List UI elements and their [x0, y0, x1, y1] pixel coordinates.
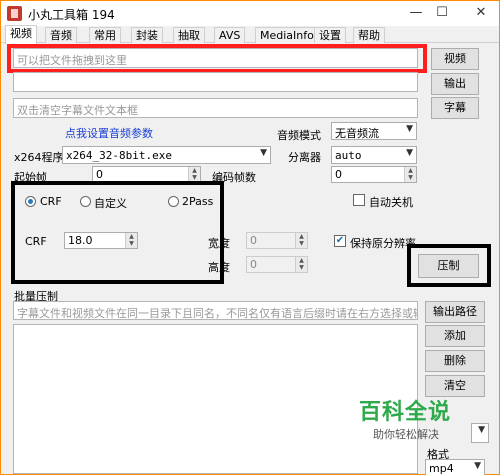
title-bar: 小丸工具箱 194 — ☐ ✕: [1, 1, 499, 26]
chevron-down-icon: ▼: [474, 461, 481, 471]
chevron-down-icon: ▼: [478, 425, 485, 435]
tab-settings[interactable]: 设置: [314, 27, 346, 43]
app-window: 小丸工具箱 194 — ☐ ✕ 视频 音频 常用 封装 抽取 AVS Media…: [0, 0, 500, 475]
maximize-button[interactable]: ☐: [432, 4, 452, 22]
video-button[interactable]: 视频: [431, 48, 479, 70]
batch-suffix-field[interactable]: 字幕文件和视频文件在同一目录下且同名，不同名仅有语言后缀时请在右方选择或输入: [13, 301, 418, 320]
start-frame-value: 0: [96, 168, 103, 181]
output-path-button[interactable]: 输出路径: [425, 301, 485, 323]
width-value: 0: [250, 234, 257, 247]
splitter-label: 分离器: [288, 151, 321, 164]
tab-avs[interactable]: AVS: [214, 27, 246, 43]
tab-bar: 视频 音频 常用 封装 抽取 AVS MediaInfo 设置 帮助: [1, 25, 499, 44]
highlight-red-box: [7, 44, 427, 73]
keep-res-checkbox[interactable]: ✔: [334, 235, 346, 247]
subtitle-field[interactable]: 双击清空字幕文件文本框: [13, 98, 418, 118]
x264-select[interactable]: x264_32-8bit.exe ▼: [62, 146, 271, 164]
watermark-subtitle: 助你轻松解决: [373, 428, 439, 441]
close-button[interactable]: ✕: [471, 4, 491, 22]
output-button[interactable]: 输出: [431, 73, 479, 95]
highlight-black-box-options: [11, 181, 224, 284]
tab-mediainfo[interactable]: MediaInfo: [255, 27, 319, 43]
width-input[interactable]: 0 ▲ ▼: [246, 232, 308, 249]
encode-frames-value: 0: [335, 168, 342, 181]
subtitle-button[interactable]: 字幕: [431, 97, 479, 119]
app-logo-icon: [7, 6, 22, 21]
tab-audio[interactable]: 音频: [45, 27, 77, 43]
output-field[interactable]: [13, 72, 418, 92]
spinner-arrows-icon[interactable]: ▲ ▼: [295, 257, 307, 272]
delete-button[interactable]: 删除: [425, 350, 485, 372]
chevron-down-icon: ▼: [406, 148, 413, 158]
chevron-down-icon: ▼: [260, 148, 267, 158]
tab-common[interactable]: 常用: [89, 27, 121, 43]
tab-help[interactable]: 帮助: [353, 27, 385, 43]
shutdown-label: 自动关机: [369, 196, 413, 209]
splitter-value: auto: [335, 149, 362, 162]
format-value: mp4: [429, 462, 454, 475]
window-title: 小丸工具箱 194: [28, 8, 115, 22]
spinner-arrows-icon[interactable]: ▲ ▼: [295, 233, 307, 248]
watermark-title: 百科全说: [359, 400, 452, 425]
spinner-arrows-icon[interactable]: ▲ ▼: [188, 167, 200, 182]
audio-mode-value: 无音频流: [335, 127, 379, 140]
shutdown-checkbox[interactable]: [353, 194, 365, 206]
height-value: 0: [250, 258, 257, 271]
watermark: 百科全说 助你轻松解决: [359, 394, 479, 442]
minimize-button[interactable]: —: [406, 4, 426, 22]
tab-extract[interactable]: 抽取: [173, 27, 205, 43]
splitter-select[interactable]: auto ▼: [331, 146, 417, 164]
batch-file-list[interactable]: [13, 324, 418, 474]
x264-value: x264_32-8bit.exe: [66, 149, 172, 162]
tab-mux[interactable]: 封装: [131, 27, 163, 43]
audio-mode-label: 音频模式: [277, 129, 321, 142]
audio-mode-select[interactable]: 无音频流 ▼: [331, 122, 417, 140]
highlight-black-box-encode: [407, 244, 491, 287]
tab-video[interactable]: 视频: [5, 25, 37, 44]
encode-frames-input[interactable]: 0 ▲ ▼: [331, 166, 417, 183]
height-input[interactable]: 0 ▲ ▼: [246, 256, 308, 273]
add-button[interactable]: 添加: [425, 325, 485, 347]
format-select[interactable]: mp4 ▼: [425, 459, 485, 475]
x264-label: x264程序: [14, 151, 64, 164]
spinner-arrows-icon[interactable]: ▲ ▼: [404, 167, 416, 182]
chevron-down-icon: ▼: [406, 124, 413, 134]
audio-params-link[interactable]: 点我设置音频参数: [65, 125, 153, 141]
